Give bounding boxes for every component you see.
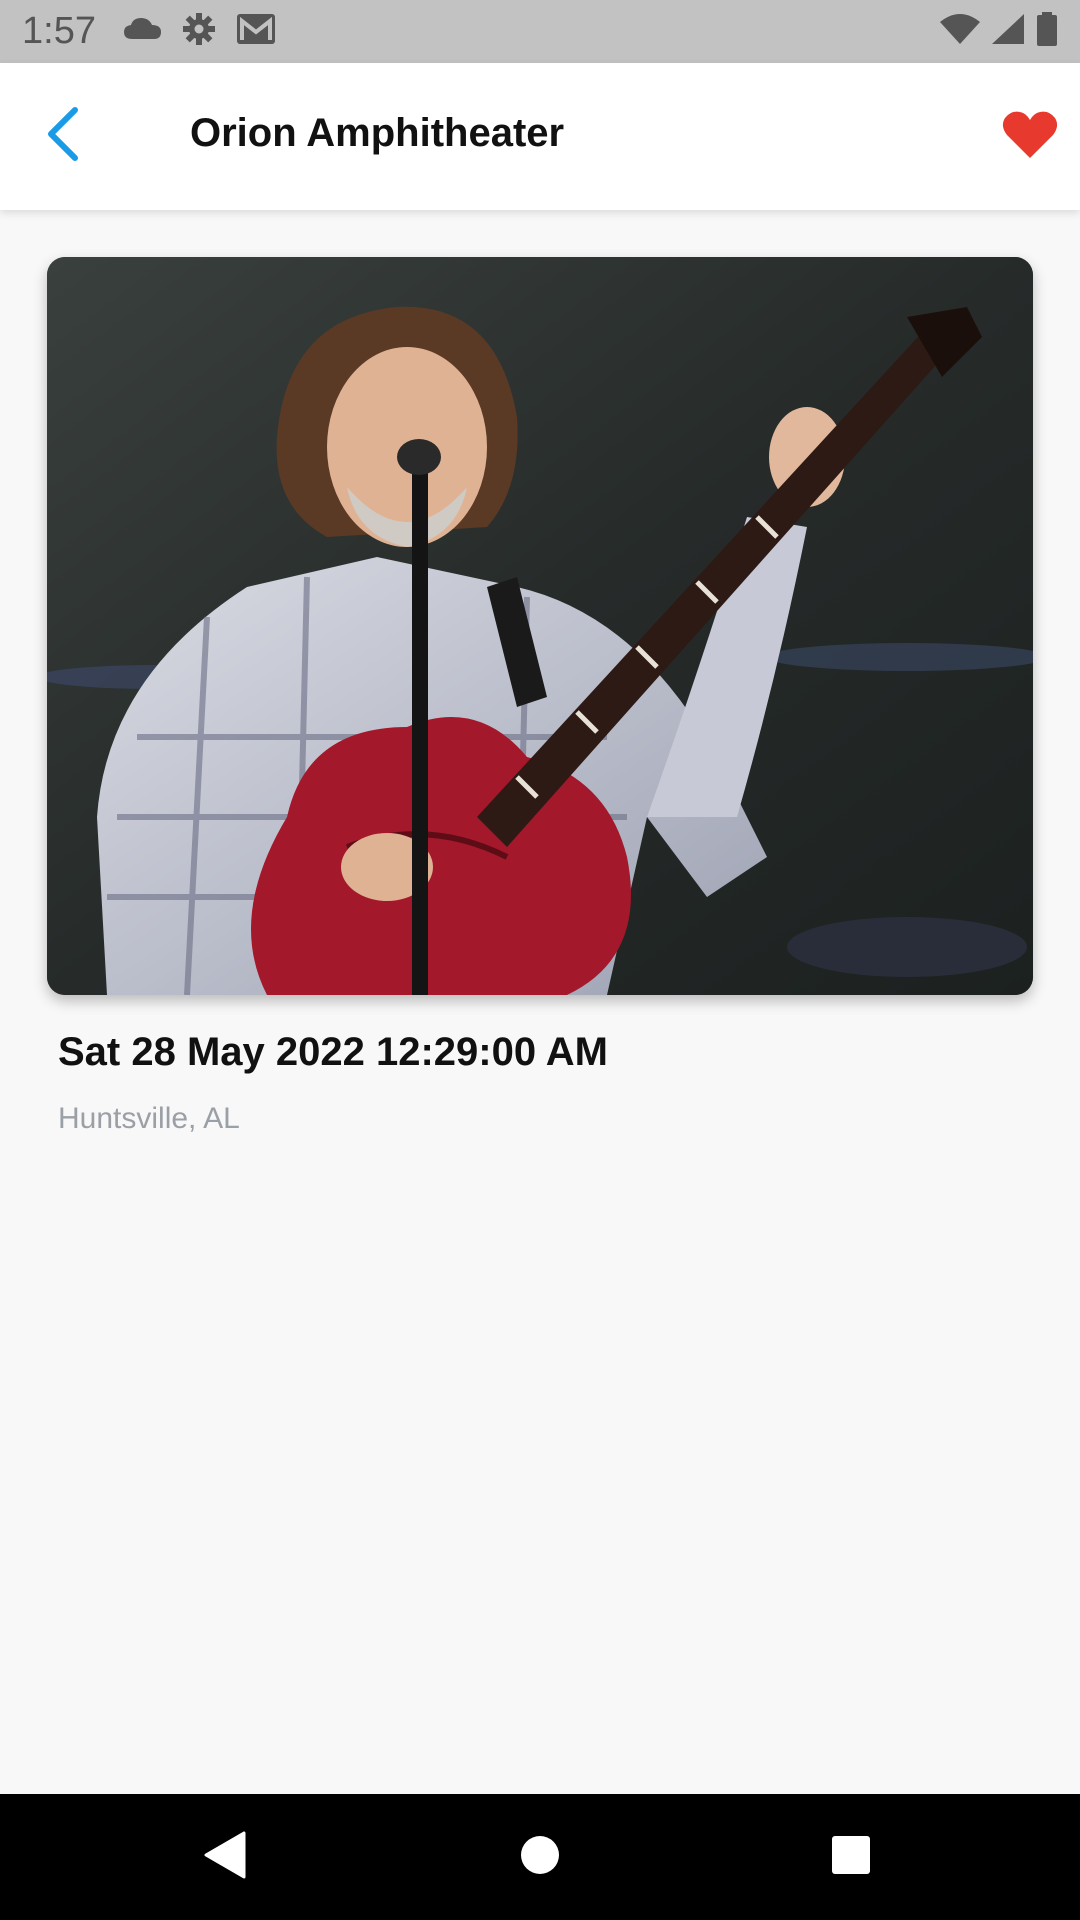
status-right-icons [940, 12, 1058, 51]
screen: 1:57 Orion Amphitheater Sat 28 May 2022 … [0, 0, 1080, 1920]
wifi-icon [940, 14, 980, 49]
heart-icon [1002, 110, 1058, 165]
signal-icon [992, 14, 1024, 49]
page-title: Orion Amphitheater [190, 111, 565, 155]
app-bar: Orion Amphitheater [0, 63, 1080, 210]
nav-recents-button[interactable] [818, 1824, 884, 1890]
back-triangle-icon [204, 1831, 248, 1884]
event-date: Sat 28 May 2022 12:29:00 AM [58, 1030, 608, 1074]
nav-home-button[interactable] [507, 1824, 573, 1890]
status-time: 1:57 [22, 10, 96, 52]
recents-square-icon [830, 1834, 872, 1881]
status-left-icons [123, 12, 276, 51]
event-image [47, 257, 1033, 995]
cloud-icon [123, 17, 162, 46]
back-button[interactable] [30, 103, 96, 169]
performer-photo [47, 257, 1033, 995]
nav-back-button[interactable] [193, 1824, 259, 1890]
favorite-button[interactable] [996, 103, 1064, 171]
battery-icon [1036, 12, 1058, 51]
navigation-bar [0, 1794, 1080, 1920]
gmail-icon [236, 13, 276, 50]
home-circle-icon [518, 1833, 562, 1882]
event-location: Huntsville, AL [58, 1102, 240, 1135]
chevron-left-icon [45, 106, 81, 166]
status-bar: 1:57 [0, 0, 1080, 63]
gear-icon [182, 12, 216, 51]
